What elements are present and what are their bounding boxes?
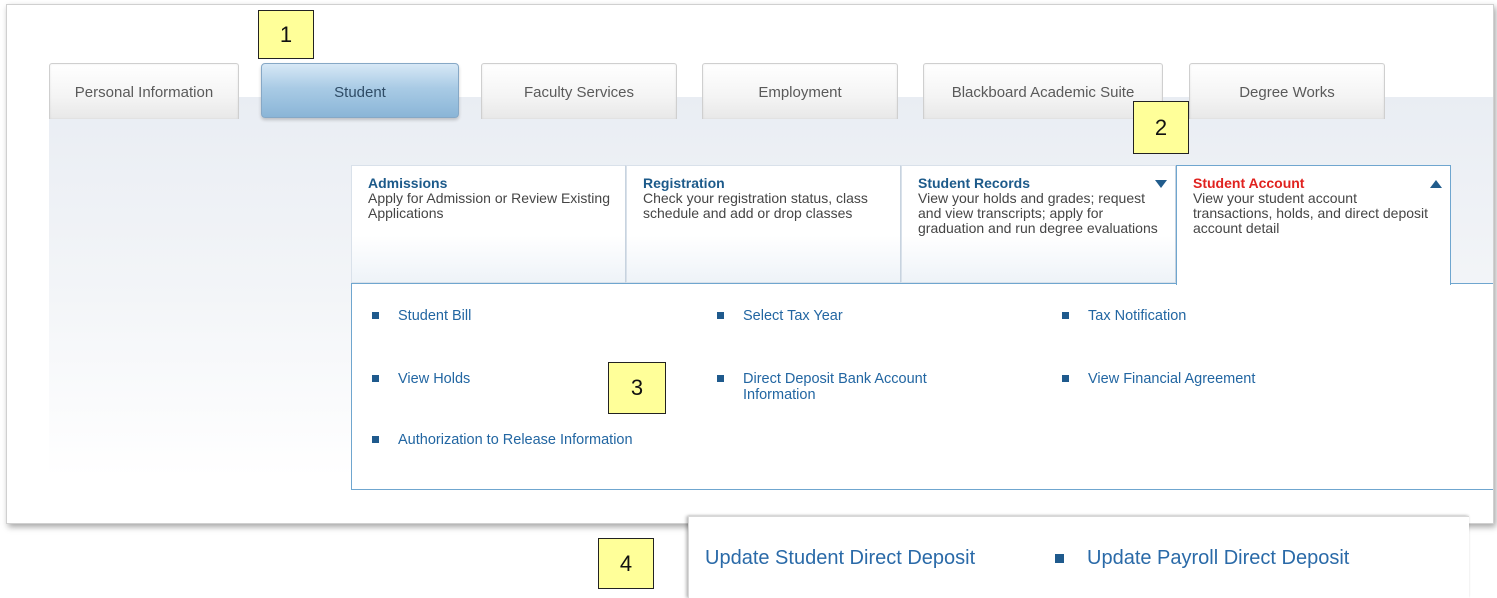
link-label: Student Bill [398, 308, 472, 324]
callout-2: 2 [1133, 101, 1189, 154]
card-admissions[interactable]: Admissions Apply for Admission or Review… [351, 165, 626, 283]
card-title: Registration [643, 175, 725, 191]
link-label: Tax Notification [1088, 308, 1187, 324]
card-description: View your student account transactions, … [1193, 190, 1429, 236]
callout-4: 4 [598, 538, 654, 589]
tab-employment[interactable]: Employment [702, 63, 898, 119]
link-view-financial-agreement[interactable]: View Financial Agreement [1062, 371, 1256, 387]
student-account-links-panel: Student Bill Select Tax Year Tax Notific… [351, 283, 1493, 490]
card-registration[interactable]: Registration Check your registration sta… [626, 165, 901, 283]
link-label: Authorization to Release Information [398, 432, 633, 448]
bullet-icon [717, 375, 724, 382]
link-label: View Financial Agreement [1088, 371, 1256, 387]
tab-faculty-services[interactable]: Faculty Services [481, 63, 677, 119]
card-student-records[interactable]: Student Records View your holds and grad… [901, 165, 1176, 283]
link-label: View Holds [398, 371, 471, 387]
link-label: Select Tax Year [743, 308, 843, 324]
expand-arrow-icon[interactable] [1155, 180, 1167, 188]
bullet-icon [372, 375, 379, 382]
card-description: Apply for Admission or Review Existing A… [368, 190, 610, 221]
tab-label: Faculty Services [523, 84, 635, 101]
callout-1: 1 [258, 10, 314, 59]
link-student-bill[interactable]: Student Bill [372, 308, 472, 324]
tab-label: Degree Works [1239, 84, 1335, 101]
link-select-tax-year[interactable]: Select Tax Year [717, 308, 843, 324]
screenshot-frame: Personal Information Student Faculty Ser… [6, 4, 1494, 524]
link-direct-deposit-bank-account[interactable]: Direct Deposit Bank Account Information [717, 371, 983, 403]
bullet-icon [1062, 375, 1069, 382]
link-tax-notification[interactable]: Tax Notification [1062, 308, 1187, 324]
tab-label: Blackboard Academic Suite [951, 84, 1135, 101]
callout-3: 3 [608, 362, 666, 414]
tab-student[interactable]: Student [261, 63, 459, 118]
link-view-holds[interactable]: View Holds [372, 371, 471, 387]
bullet-icon [1055, 554, 1064, 563]
bullet-icon [372, 436, 379, 443]
card-description: Check your registration status, class sc… [643, 190, 868, 221]
card-student-account[interactable]: Student Account View your student accoun… [1176, 165, 1451, 285]
link-label: Direct Deposit Bank Account Information [743, 371, 927, 403]
card-title: Student Account [1193, 175, 1305, 191]
collapse-arrow-icon[interactable] [1430, 180, 1442, 188]
link-update-payroll-direct-deposit[interactable]: Update Payroll Direct Deposit [1087, 547, 1349, 570]
bullet-icon [372, 312, 379, 319]
tab-blackboard-academic-suite[interactable]: Blackboard Academic Suite [923, 63, 1163, 119]
card-description: View your holds and grades; request and … [918, 190, 1158, 236]
tab-personal-information[interactable]: Personal Information [49, 63, 239, 119]
tab-label: Student [334, 84, 386, 101]
link-update-student-direct-deposit[interactable]: Update Student Direct Deposit [705, 547, 975, 570]
tab-degree-works[interactable]: Degree Works [1189, 63, 1385, 119]
card-title: Admissions [368, 175, 448, 191]
bullet-icon [717, 312, 724, 319]
link-authorization-to-release[interactable]: Authorization to Release Information [372, 432, 633, 448]
submenu-card-row: Admissions Apply for Admission or Review… [351, 165, 1493, 285]
direct-deposit-inset: Update Student Direct Deposit Update Pay… [688, 516, 1469, 598]
bullet-icon [1062, 312, 1069, 319]
card-title: Student Records [918, 175, 1031, 191]
main-tab-bar: Personal Information Student Faculty Ser… [7, 5, 1493, 125]
tab-label: Personal Information [74, 84, 214, 101]
tab-label: Employment [758, 84, 842, 101]
